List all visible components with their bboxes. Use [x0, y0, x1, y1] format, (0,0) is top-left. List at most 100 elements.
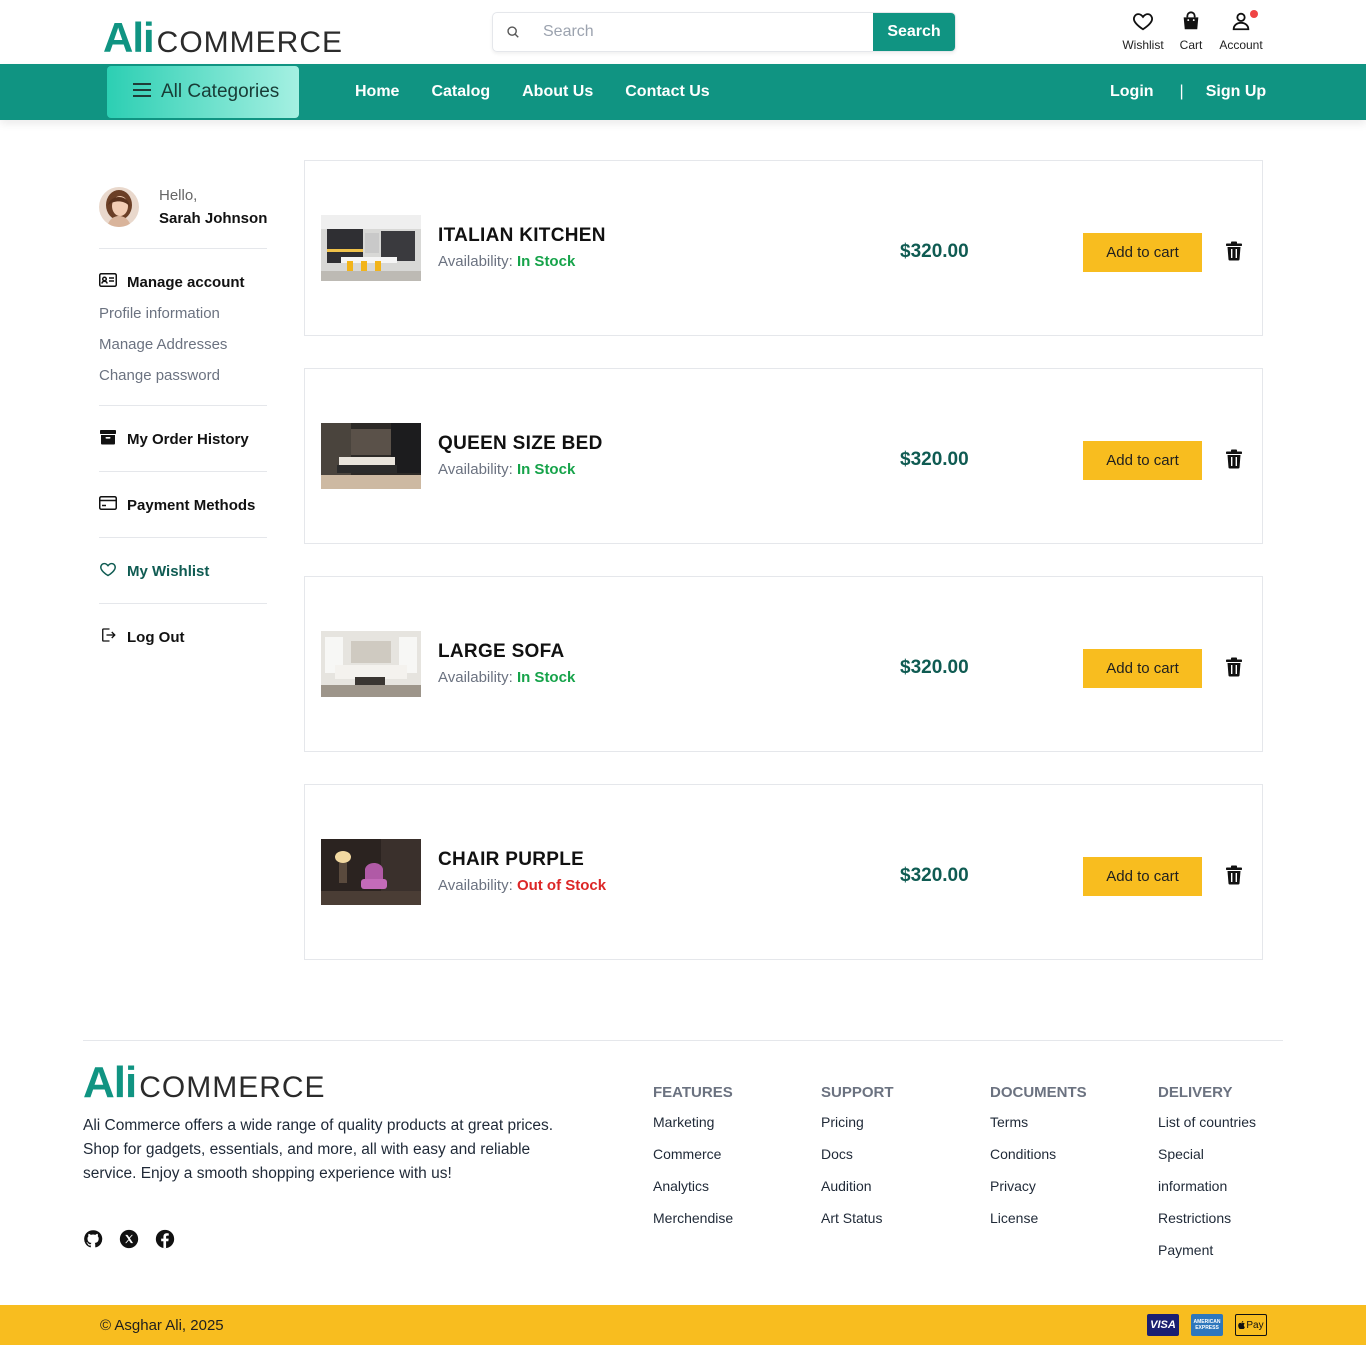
amex-badge: AMERICAN EXPRESS: [1191, 1314, 1223, 1336]
account-link[interactable]: Account: [1214, 10, 1268, 52]
nav-links: Home Catalog About Us Contact Us: [355, 64, 710, 120]
footer-link[interactable]: Privacy: [990, 1178, 1087, 1197]
account-sidebar: Hello, Sarah Johnson Manage account Prof…: [99, 180, 267, 646]
footer-link[interactable]: Art Status: [821, 1210, 894, 1229]
footer-link[interactable]: License: [990, 1210, 1087, 1229]
footer-link[interactable]: Analytics: [653, 1178, 733, 1197]
payment-methods-link[interactable]: Payment Methods: [99, 496, 267, 514]
header-actions: Wishlist Cart Account: [1118, 10, 1268, 52]
avatar: [99, 187, 139, 227]
availability: Availability: In Stock: [438, 461, 575, 478]
cart-link[interactable]: Cart: [1168, 10, 1214, 52]
github-icon[interactable]: [83, 1229, 103, 1254]
wishlist-item: QUEEN SIZE BED Availability: In Stock $3…: [304, 368, 1263, 544]
add-to-cart-button[interactable]: Add to cart: [1083, 649, 1202, 688]
apple-pay-label: Pay: [1246, 1319, 1264, 1331]
trash-icon[interactable]: [1225, 865, 1243, 890]
footer-link[interactable]: Pricing: [821, 1114, 894, 1133]
footer-logo-primary: Ali: [83, 1058, 137, 1107]
main-navbar: All Categories Home Catalog About Us Con…: [0, 64, 1366, 120]
footer-link[interactable]: Marketing: [653, 1114, 733, 1133]
change-password-link[interactable]: Change password: [99, 367, 267, 384]
profile-information-link[interactable]: Profile information: [99, 305, 267, 322]
login-link[interactable]: Login: [1110, 83, 1154, 101]
search-button[interactable]: Search: [873, 13, 955, 51]
nav-contact-us[interactable]: Contact Us: [625, 83, 709, 101]
x-icon[interactable]: [119, 1229, 139, 1254]
footer-description: Ali Commerce offers a wide range of qual…: [83, 1117, 554, 1182]
search-input[interactable]: [533, 13, 873, 51]
divider: [99, 248, 267, 249]
footer-link[interactable]: Merchendise: [653, 1210, 733, 1229]
logo-primary: Ali: [103, 14, 155, 61]
stock-status: In Stock: [516, 253, 576, 270]
add-to-cart-button[interactable]: Add to cart: [1083, 233, 1202, 272]
footer-divider: [83, 1040, 1283, 1041]
search-bar: Search: [492, 12, 956, 52]
footer-link[interactable]: Docs: [821, 1146, 894, 1165]
credit-card-icon: [99, 496, 117, 514]
product-image[interactable]: [321, 839, 421, 905]
product-name[interactable]: QUEEN SIZE BED: [438, 433, 603, 455]
site-header: Ali COMMERCE Search Wishlist Cart Acc: [0, 0, 1366, 64]
signup-link[interactable]: Sign Up: [1206, 83, 1266, 101]
logout-icon: [99, 626, 117, 648]
trash-icon[interactable]: [1225, 449, 1243, 474]
product-price: $320.00: [900, 241, 969, 262]
footer-logo-secondary: COMMERCE: [139, 1071, 326, 1104]
availability: Availability: In Stock: [438, 253, 575, 270]
footer-link[interactable]: Audition: [821, 1178, 894, 1197]
logo-secondary: COMMERCE: [156, 26, 344, 59]
wishlist-item: LARGE SOFA Availability: In Stock $320.0…: [304, 576, 1263, 752]
footer-link[interactable]: Commerce: [653, 1146, 733, 1165]
apple-pay-badge: Pay: [1235, 1314, 1267, 1336]
footer-column-features: FEATURES Marketing Commerce Analytics Me…: [653, 1084, 733, 1229]
divider: [99, 471, 267, 472]
amex-label: AMERICAN EXPRESS: [1193, 1319, 1221, 1331]
nav-home[interactable]: Home: [355, 83, 399, 101]
add-to-cart-button[interactable]: Add to cart: [1083, 857, 1202, 896]
product-price: $320.00: [900, 449, 969, 470]
all-categories-label: All Categories: [161, 81, 280, 102]
product-image[interactable]: [321, 215, 421, 281]
my-wishlist-link[interactable]: My Wishlist: [99, 562, 267, 580]
availability-label: Availability:: [438, 253, 513, 270]
product-image[interactable]: [321, 423, 421, 489]
wishlist-label: Wishlist: [1122, 38, 1164, 52]
facebook-icon[interactable]: [155, 1229, 175, 1254]
product-name[interactable]: LARGE SOFA: [438, 641, 565, 663]
footer-link[interactable]: Conditions: [990, 1146, 1087, 1165]
brand-logo[interactable]: Ali COMMERCE: [103, 14, 343, 62]
footer-logo[interactable]: Ali COMMERCE: [83, 1058, 326, 1108]
availability: Availability: Out of Stock: [438, 877, 606, 894]
manage-account-link[interactable]: Manage account: [99, 273, 267, 291]
heart-icon: [99, 561, 117, 581]
divider: [99, 405, 267, 406]
nav-catalog[interactable]: Catalog: [431, 83, 490, 101]
trash-icon[interactable]: [1225, 657, 1243, 682]
product-name[interactable]: ITALIAN KITCHEN: [438, 225, 606, 247]
trash-icon[interactable]: [1225, 241, 1243, 266]
add-to-cart-button[interactable]: Add to cart: [1083, 441, 1202, 480]
order-history-link[interactable]: My Order History: [99, 430, 267, 448]
nav-about-us[interactable]: About Us: [522, 83, 593, 101]
auth-separator: |: [1179, 83, 1184, 100]
stock-status: In Stock: [516, 669, 576, 686]
all-categories-button[interactable]: All Categories: [107, 66, 299, 118]
copyright-text: © Asghar Ali, 2025: [100, 1317, 224, 1334]
product-name[interactable]: CHAIR PURPLE: [438, 849, 584, 871]
product-image[interactable]: [321, 631, 421, 697]
footer-link[interactable]: Payment: [1158, 1242, 1256, 1261]
footer-link[interactable]: List of countries: [1158, 1114, 1256, 1133]
footer-link[interactable]: Terms: [990, 1114, 1087, 1133]
manage-addresses-link[interactable]: Manage Addresses: [99, 336, 267, 353]
footer-link[interactable]: Restrictions: [1158, 1210, 1256, 1229]
logout-link[interactable]: Log Out: [99, 628, 267, 646]
footer-link[interactable]: information: [1158, 1178, 1256, 1197]
logout-label: Log Out: [127, 628, 185, 646]
account-label: Account: [1219, 38, 1263, 52]
footer-link[interactable]: Special: [1158, 1146, 1256, 1165]
product-price: $320.00: [900, 657, 969, 678]
wishlist-link[interactable]: Wishlist: [1118, 10, 1168, 52]
search-icon: [493, 25, 533, 39]
